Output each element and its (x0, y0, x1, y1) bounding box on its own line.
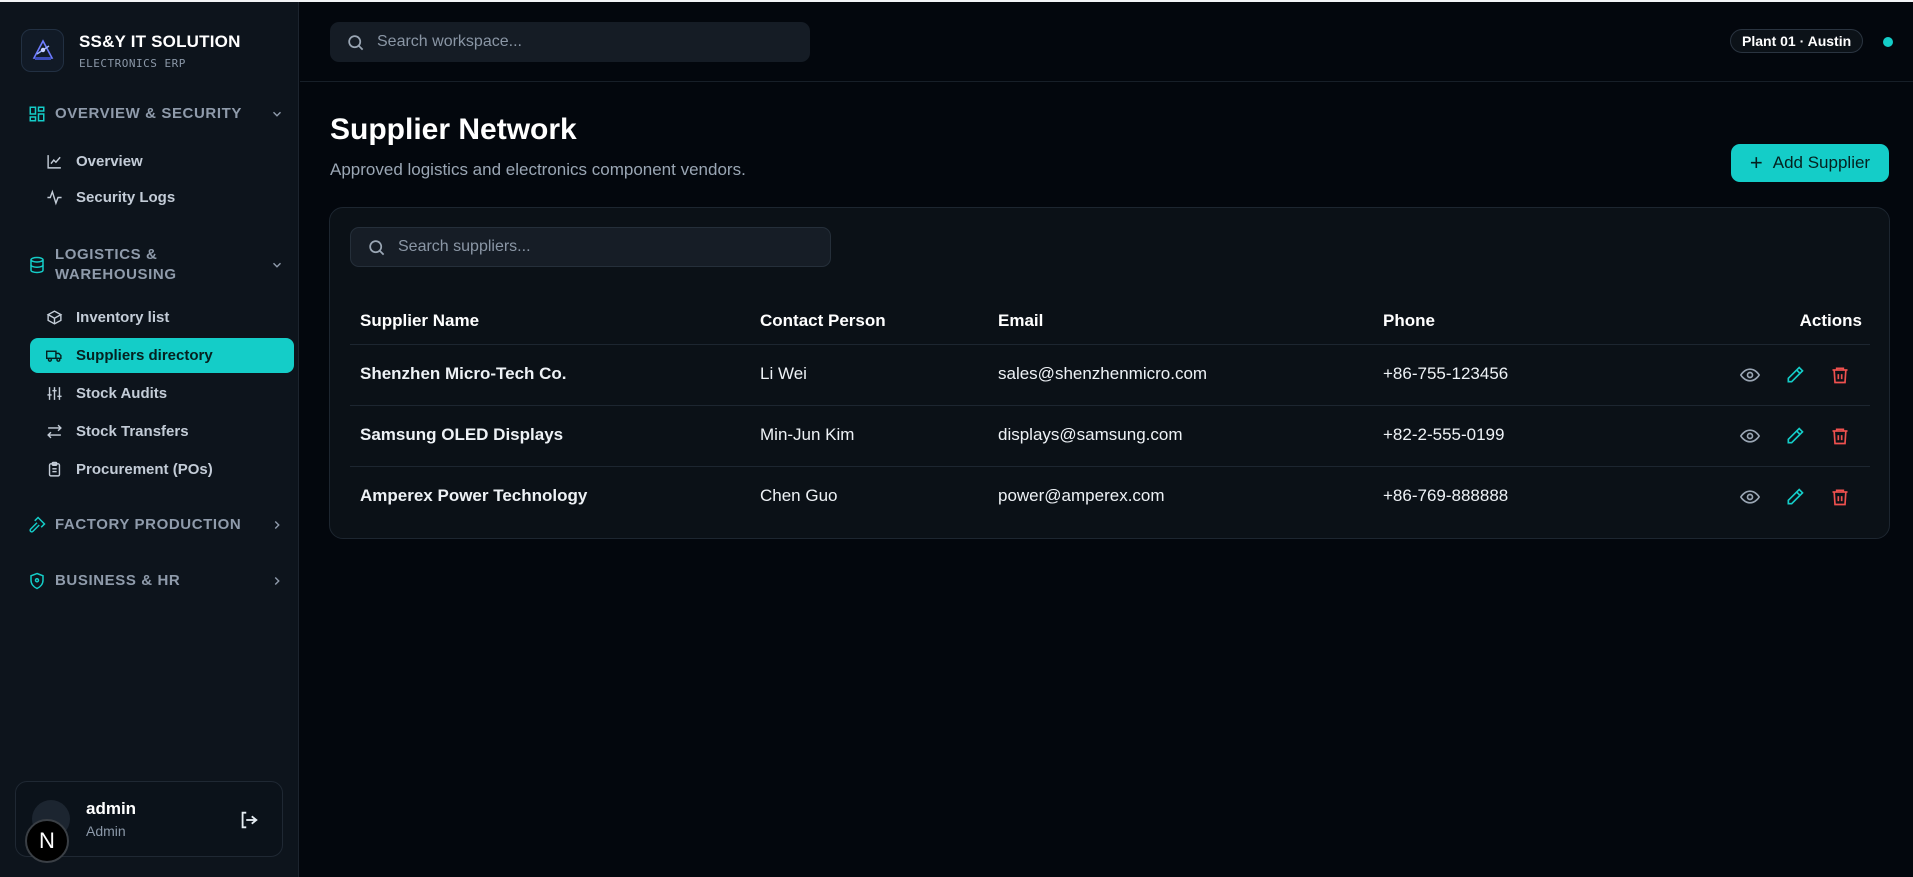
section-label: OVERVIEW & SECURITY (55, 105, 242, 122)
search-icon (369, 239, 385, 255)
user-role: Admin (86, 823, 126, 839)
suppliers-card: Supplier Name Contact Person Email Phone… (329, 207, 1890, 539)
chevron-down-icon (273, 262, 281, 268)
plant-selector[interactable]: Plant 01 · Austin (1730, 29, 1864, 53)
sidebar-item-label: Stock Transfers (76, 423, 189, 440)
section-label: BUSINESS & HR (55, 572, 181, 589)
sidebar-item-security-logs[interactable]: Security Logs (30, 180, 294, 215)
row-actions (1715, 365, 1850, 385)
section-overview-security[interactable]: OVERVIEW & SECURITY (28, 104, 284, 124)
column-header[interactable]: Contact Person (760, 311, 886, 331)
column-header: Actions (1799, 311, 1862, 330)
eye-icon[interactable] (1740, 365, 1760, 385)
row-actions (1715, 426, 1850, 446)
eye-icon[interactable] (1740, 426, 1760, 446)
section-logistics-warehousing[interactable]: LOGISTICS & WAREHOUSING (28, 243, 284, 287)
page-title: Supplier Network (330, 113, 577, 146)
chevron-right-icon (274, 577, 280, 585)
user-card: N admin Admin (15, 781, 283, 863)
hammer-icon (29, 516, 46, 533)
user-name: admin (86, 799, 137, 818)
plus-icon: + (1749, 150, 1763, 175)
workspace-search[interactable] (330, 22, 810, 62)
supplier-name: Shenzhen Micro-Tech Co. (360, 364, 567, 383)
contact-person: Min-Jun Kim (760, 425, 855, 444)
add-supplier-label: Add Supplier (1772, 153, 1871, 172)
section-label-line1: LOGISTICS & (55, 246, 158, 263)
clipboard-icon (48, 461, 61, 477)
sidebar-item-label: Overview (76, 153, 143, 170)
column-header[interactable]: Email (998, 311, 1043, 331)
supplier-name: Samsung OLED Displays (360, 425, 564, 444)
sidebar-item-suppliers-directory[interactable]: Suppliers directory (30, 338, 294, 373)
eye-icon[interactable] (1740, 487, 1760, 507)
sidebar-item-label: Procurement (POs) (76, 461, 213, 478)
add-supplier-button[interactable]: + Add Supplier (1731, 144, 1889, 182)
section-label: FACTORY PRODUCTION (55, 516, 242, 533)
supplier-name: Amperex Power Technology (360, 486, 588, 505)
arrows-left-right-icon (47, 424, 62, 439)
supplier-search-input[interactable] (398, 238, 798, 256)
sidebar: SS&Y IT SOLUTION ELECTRONICS ERP OVERVIE… (0, 2, 299, 877)
n-badge[interactable]: N (25, 819, 69, 863)
supplier-search[interactable] (350, 227, 831, 267)
sidebar-item-procurement[interactable]: Procurement (POs) (30, 452, 294, 487)
brand[interactable]: SS&Y IT SOLUTION ELECTRONICS ERP (21, 29, 241, 72)
package-icon (46, 310, 63, 325)
contact-person: Chen Guo (760, 486, 838, 505)
shield-icon (30, 572, 44, 590)
section-factory-production[interactable]: FACTORY PRODUCTION (28, 515, 284, 535)
sidebar-item-overview[interactable]: Overview (30, 144, 294, 179)
chart-line-icon (47, 155, 61, 169)
phone: +86-755-123456 (1383, 364, 1509, 383)
table-row[interactable]: Shenzhen Micro-Tech Co. Li Wei sales@she… (350, 345, 1870, 406)
truck-icon (46, 350, 62, 362)
trash-icon[interactable] (1830, 487, 1850, 507)
brand-subtitle: ELECTRONICS ERP (79, 56, 186, 70)
pencil-icon[interactable] (1785, 365, 1805, 385)
email: displays@samsung.com (998, 425, 1183, 444)
sidebar-item-stock-audits[interactable]: Stock Audits (30, 376, 294, 411)
sidebar-item-label: Inventory list (76, 309, 170, 326)
table-row[interactable]: Samsung OLED Displays Min-Jun Kim displa… (350, 406, 1870, 467)
contact-person: Li Wei (760, 364, 807, 383)
sidebar-item-stock-transfers[interactable]: Stock Transfers (30, 414, 294, 449)
chevron-down-icon (273, 111, 281, 117)
trash-icon[interactable] (1830, 365, 1850, 385)
sidebar-item-label: Suppliers directory (76, 347, 213, 364)
chevron-right-icon (274, 521, 280, 529)
table-row[interactable]: Amperex Power Technology Chen Guo power@… (350, 467, 1870, 528)
email: sales@shenzhenmicro.com (998, 364, 1208, 383)
sliders-icon (47, 387, 62, 400)
section-business-hr[interactable]: BUSINESS & HR (28, 571, 284, 591)
phone: +86-769-888888 (1383, 486, 1509, 505)
page-subtitle: Approved logistics and electronics compo… (330, 160, 746, 179)
sidebar-item-label: Stock Audits (76, 385, 168, 402)
table-header: Supplier Name Contact Person Email Phone… (350, 301, 1870, 345)
dashboard-icon (29, 106, 45, 122)
activity-icon (47, 189, 62, 206)
workspace-search-input[interactable] (377, 33, 777, 51)
status-dot (1883, 37, 1893, 47)
brand-logo-icon (21, 29, 64, 72)
column-header[interactable]: Supplier Name (360, 311, 479, 331)
column-header[interactable]: Phone (1383, 311, 1435, 331)
brand-title: SS&Y IT SOLUTION (79, 31, 241, 51)
email: power@amperex.com (998, 486, 1165, 505)
trash-icon[interactable] (1830, 426, 1850, 446)
row-actions (1715, 487, 1850, 507)
section-label-line2: WAREHOUSING (55, 266, 177, 283)
sidebar-item-label: Security Logs (76, 189, 176, 206)
pencil-icon[interactable] (1785, 487, 1805, 507)
database-icon (30, 256, 44, 274)
search-icon (348, 34, 364, 50)
logout-icon[interactable] (238, 809, 260, 831)
phone: +82-2-555-0199 (1383, 425, 1505, 444)
pencil-icon[interactable] (1785, 426, 1805, 446)
topbar: Plant 01 · Austin (300, 2, 1913, 82)
sidebar-item-inventory-list[interactable]: Inventory list (30, 300, 294, 335)
